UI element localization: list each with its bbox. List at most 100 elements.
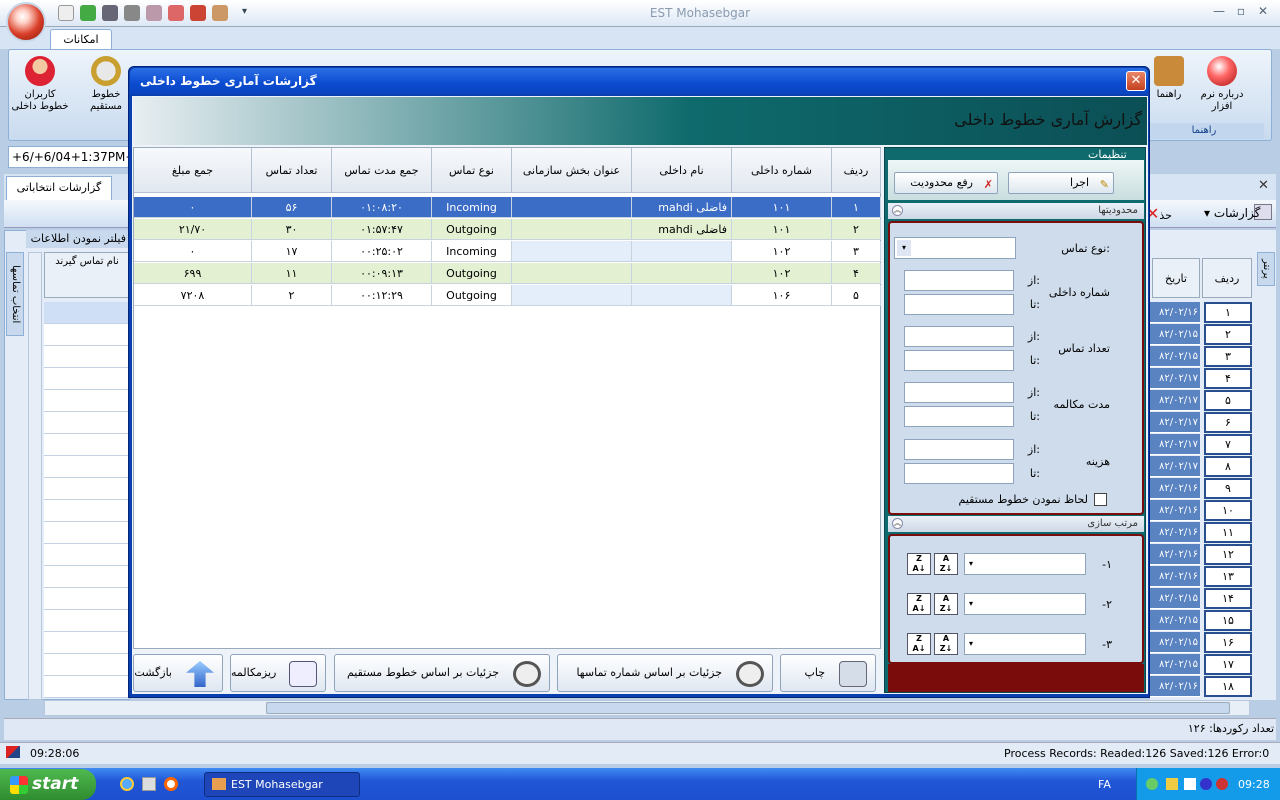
table-row[interactable]: ۸۲/۰۲/۱۶ ۱۲ — [1150, 544, 1254, 566]
details-by-direct-lines-button[interactable]: جزئیات بر اساس خطوط مستقیم — [334, 654, 550, 692]
table-row[interactable]: ۳ ۱۰۲ Incoming ۰۰:۲۵:۰۲ ۱۷ ۰ — [134, 241, 881, 263]
table-row[interactable]: ۸۲/۰۲/۱۷ ۶ — [1150, 412, 1254, 434]
table-row[interactable] — [44, 478, 130, 500]
sort-descending-icon[interactable]: Z A↓ — [907, 633, 931, 655]
printer-vertical-tab[interactable]: پرنتر — [1257, 252, 1275, 286]
table-row[interactable]: ۸۲/۰۲/۱۵ ۱۴ — [1150, 588, 1254, 610]
qa-tag-icon[interactable] — [168, 5, 184, 21]
call-count-to-input[interactable] — [904, 350, 1014, 371]
table-row[interactable]: ۵ ۱۰۶ Outgoing ۰۰:۱۲:۲۹ ۲ ۷۲۰۸ — [134, 285, 881, 307]
filter-data-bar[interactable]: فیلتر نمودن اطلاعات — [26, 230, 130, 248]
about-button[interactable]: درباره نرم افزار — [1190, 56, 1254, 113]
table-row[interactable] — [44, 324, 130, 346]
ext-number-from-input[interactable] — [904, 270, 1014, 291]
back-button[interactable]: بازگشت — [133, 654, 223, 692]
table-row[interactable] — [44, 390, 130, 412]
explorer-icon[interactable] — [142, 777, 156, 791]
sort-ascending-icon[interactable]: A Z↓ — [934, 633, 958, 655]
tray-security-icon[interactable] — [1166, 778, 1178, 790]
close-tab-icon[interactable]: ✕ — [1258, 178, 1269, 193]
table-row[interactable] — [44, 566, 130, 588]
tab-election-reports[interactable]: گزارشات انتخاباتی — [6, 176, 112, 200]
qa-hourglass-icon[interactable] — [146, 5, 162, 21]
sort-section-header[interactable]: ︽ مرتب سازی — [888, 516, 1144, 532]
col-header-total-amount[interactable]: جمع مبلغ — [134, 148, 252, 193]
table-row[interactable]: ۸۲/۰۲/۱۶ ۱۰ — [1150, 500, 1254, 522]
include-direct-checkbox[interactable] — [1094, 493, 1107, 506]
table-row[interactable] — [44, 522, 130, 544]
table-row[interactable]: ۸۲/۰۲/۱۵ ۱۵ — [1150, 610, 1254, 632]
table-row[interactable] — [44, 588, 130, 610]
dialog-close-icon[interactable]: ✕ — [1126, 71, 1146, 91]
help-button[interactable]: راهنما — [1144, 56, 1194, 101]
table-row[interactable]: ۸۲/۰۲/۱۶ ۱۱ — [1150, 522, 1254, 544]
reports-menu-button[interactable]: ▾ گزارشات — [1204, 206, 1260, 220]
table-row[interactable]: ۱ ۱۰۱ mahdi فاضلی Incoming ۰۱:۰۸:۲۰ ۵۶ ۰ — [134, 197, 881, 219]
table-row[interactable]: ۸۲/۰۲/۱۵ ۱۷ — [1150, 654, 1254, 676]
table-row[interactable] — [44, 346, 130, 368]
table-row[interactable] — [44, 610, 130, 632]
qa-refresh-icon[interactable] — [80, 5, 96, 21]
table-row[interactable]: ۸۲/۰۲/۱۶ ۱ — [1150, 302, 1254, 324]
sort-3-select[interactable]: ▾ — [964, 633, 1086, 655]
table-row[interactable]: ۴ ۱۰۲ Outgoing ۰۰:۰۹:۱۳ ۱۱ ۶۹۹ — [134, 263, 881, 285]
call-type-select[interactable]: ▾ — [894, 237, 1016, 259]
sort-ascending-icon[interactable]: A Z↓ — [934, 593, 958, 615]
qa-pen-icon[interactable] — [124, 5, 140, 21]
table-row[interactable] — [44, 500, 130, 522]
taskbar-app-button[interactable]: EST Mohasebgar — [204, 772, 360, 797]
table-row[interactable] — [44, 412, 130, 434]
collapse-chevron-icon[interactable]: ︽ — [892, 205, 903, 216]
tray-shield-icon[interactable] — [1216, 778, 1228, 790]
sort-descending-icon[interactable]: Z A↓ — [907, 593, 931, 615]
talk-time-to-input[interactable] — [904, 406, 1014, 427]
table-row[interactable]: ۸۲/۰۲/۱۵ ۱۶ — [1150, 632, 1254, 654]
left-vertical-scrollbar[interactable] — [28, 252, 42, 700]
call-detail-button[interactable]: ریزمکالمه — [230, 654, 326, 692]
tray-network-icon[interactable] — [1146, 778, 1158, 790]
sort-descending-icon[interactable]: Z A↓ — [907, 553, 931, 575]
table-row[interactable]: ۸۲/۰۲/۱۷ ۵ — [1150, 390, 1254, 412]
table-row[interactable]: ۸۲/۰۲/۱۶ ۱۳ — [1150, 566, 1254, 588]
tray-bluetooth-icon[interactable] — [1200, 778, 1212, 790]
table-row[interactable] — [44, 456, 130, 478]
horizontal-scroll-thumb[interactable] — [266, 702, 1230, 714]
collapse-chevron-icon[interactable]: ︽ — [892, 518, 903, 529]
table-row[interactable] — [44, 302, 130, 324]
col-header-call-count[interactable]: تعداد تماس — [252, 148, 332, 193]
table-row[interactable] — [44, 654, 130, 676]
details-by-call-numbers-button[interactable]: جزئیات بر اساس شماره تماسها — [557, 654, 773, 692]
media-icon[interactable] — [164, 777, 178, 791]
print-button[interactable]: چاپ — [780, 654, 876, 692]
cost-from-input[interactable] — [904, 439, 1014, 460]
col-header-call-type[interactable]: نوع تماس — [432, 148, 512, 193]
clear-filter-button[interactable]: رفع محدودیت ✗ — [894, 172, 998, 194]
qa-new-icon[interactable] — [58, 5, 74, 21]
run-button[interactable]: اجرا ✎ — [1008, 172, 1114, 194]
ribbon-tab-emkanat[interactable]: امکانات — [50, 29, 112, 50]
ext-number-to-input[interactable] — [904, 294, 1014, 315]
select-calls-vertical-tab[interactable]: انتخاب تماسها — [6, 252, 24, 336]
table-row[interactable] — [44, 632, 130, 654]
table-row[interactable]: ۸۲/۰۲/۱۷ ۸ — [1150, 456, 1254, 478]
qa-user-icon[interactable] — [190, 5, 206, 21]
table-row[interactable] — [44, 368, 130, 390]
qa-dropdown-icon[interactable]: ▾ — [242, 6, 247, 17]
internal-users-button[interactable]: کاربران خطوط داخلی — [10, 56, 70, 113]
restore-icon[interactable]: ▫ — [1232, 4, 1250, 20]
language-indicator[interactable]: FA — [1098, 778, 1111, 791]
col-header-total-duration[interactable]: جمع مدت تماس — [332, 148, 432, 193]
table-row[interactable]: ۲ ۱۰۱ mahdi فاضلی Outgoing ۰۱:۵۷:۴۷ ۳۰ ۲۱/۷۰ — [134, 219, 881, 241]
table-row[interactable]: ۸۲/۰۲/۱۵ ۳ — [1150, 346, 1254, 368]
table-row[interactable] — [44, 676, 130, 698]
minimize-icon[interactable]: — — [1210, 4, 1228, 20]
qa-tools-icon[interactable] — [102, 5, 118, 21]
table-row[interactable] — [44, 434, 130, 456]
sort-2-select[interactable]: ▾ — [964, 593, 1086, 615]
sort-1-select[interactable]: ▾ — [964, 553, 1086, 575]
direct-lines-button[interactable]: خطوط مستقیم — [78, 56, 134, 113]
table-row[interactable]: ۸۲/۰۲/۱۶ ۹ — [1150, 478, 1254, 500]
limits-section-header[interactable]: ︽ محدودیتها — [888, 203, 1144, 219]
table-row[interactable]: ۸۲/۰۲/۱۵ ۲ — [1150, 324, 1254, 346]
col-header-row[interactable]: ردیف — [832, 148, 881, 193]
